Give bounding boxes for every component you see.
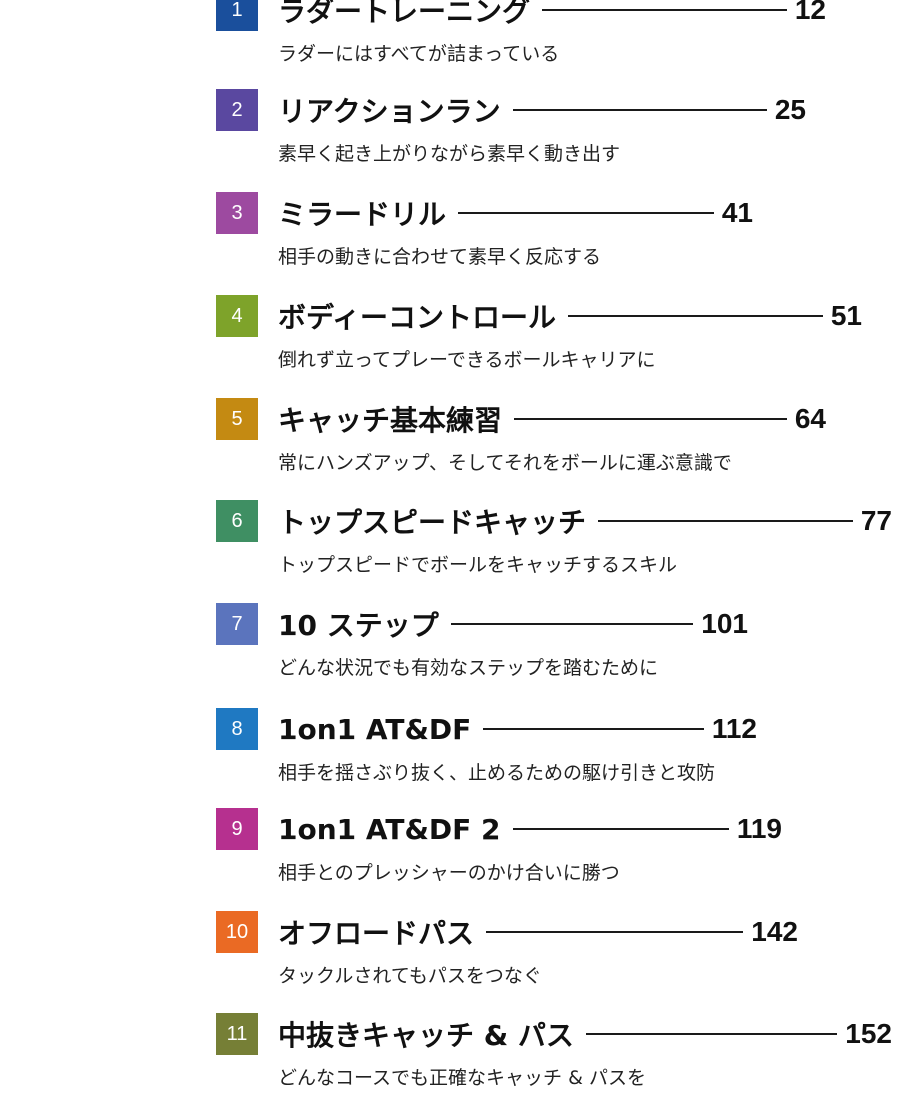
title-row: 1on1 AT&DF 112 [278,708,757,750]
page-number: 77 [860,505,892,536]
toc-entry[interactable]: 6 トップスピードキャッチ 77 トップスピードでボールをキャッチするスキル [0,500,920,600]
page-number: 101 [701,608,748,639]
page-number: 51 [830,300,862,331]
page-number: 112 [711,713,757,744]
chapter-title: 10 ステップ [278,609,439,642]
chapter-number-badge: 2 [216,89,258,131]
chapter-number-badge: 9 [216,808,258,850]
leader-line [486,931,744,933]
title-row: トップスピードキャッチ 77 [278,500,892,542]
chapter-title: 1on1 AT&DF [278,712,472,746]
chapter-number-badge: 8 [216,708,258,750]
leader-line [542,9,787,11]
chapter-subtitle: 相手の動きに合わせて素早く反応する [278,246,602,268]
chapter-title: オフロードパス [278,917,475,950]
chapter-title: ラダートレーニング [278,0,531,28]
toc-entry[interactable]: 1 ラダートレーニング 12 ラダーにはすべてが詰まっている [0,0,920,89]
chapter-title: 1on1 AT&DF 2 [278,812,501,846]
toc-entry[interactable]: 2 リアクションラン 25 素早く起き上がりながら素早く動き出す [0,89,920,189]
leader-line [458,212,714,214]
chapter-number-badge: 1 [216,0,258,31]
chapter-title: 中抜きキャッチ & パス [278,1019,574,1052]
page-number: 64 [794,403,826,434]
page-number: 41 [721,197,753,228]
chapter-number-badge: 6 [216,500,258,542]
chapter-subtitle: タックルされてもパスをつなぐ [278,965,542,987]
toc-entry[interactable]: 5 キャッチ基本練習 64 常にハンズアップ、そしてそれをボールに運ぶ意識で [0,398,920,498]
toc-entry[interactable]: 7 10 ステップ 101 どんな状況でも有効なステップを踏むために [0,603,920,703]
title-row: キャッチ基本練習 64 [278,398,826,440]
title-row: ミラードリル 41 [278,192,753,234]
leader-line [450,623,694,625]
toc-entry[interactable]: 3 ミラードリル 41 相手の動きに合わせて素早く反応する [0,192,920,292]
chapter-title: トップスピードキャッチ [278,506,587,539]
chapter-subtitle: どんなコースでも正確なキャッチ & パスを [278,1067,646,1089]
chapter-subtitle: 素早く起き上がりながら素早く動き出す [278,143,621,165]
chapter-title: ボディーコントロール [278,301,557,334]
toc-entry[interactable]: 10 オフロードパス 142 タックルされてもパスをつなぐ [0,911,920,1011]
chapter-title: ミラードリル [278,198,447,231]
leader-line [483,728,704,730]
page-number: 25 [774,94,806,125]
chapter-subtitle: トップスピードでボールをキャッチするスキル [278,554,678,576]
toc-entry[interactable]: 8 1on1 AT&DF 112 相手を揺さぶり抜く、止めるための駆け引きと攻防 [0,708,920,808]
table-of-contents: 1 ラダートレーニング 12 ラダーにはすべてが詰まっている 2 リアクションラ… [0,0,920,1104]
chapter-number-badge: 11 [216,1013,258,1055]
chapter-number-badge: 5 [216,398,258,440]
title-row: 10 ステップ 101 [278,603,748,645]
page-number: 152 [845,1018,892,1049]
title-row: 1on1 AT&DF 2 119 [278,808,782,850]
chapter-title: キャッチ基本練習 [278,404,503,437]
leader-line [514,418,787,420]
leader-line [568,315,823,317]
toc-entry[interactable]: 9 1on1 AT&DF 2 119 相手とのプレッシャーのかけ合いに勝つ [0,808,920,908]
leader-line [598,520,853,522]
page-number: 142 [751,916,798,947]
chapter-subtitle: 常にハンズアップ、そしてそれをボールに運ぶ意識で [278,452,732,474]
chapter-subtitle: どんな状況でも有効なステップを踏むために [278,657,659,679]
title-row: ボディーコントロール 51 [278,295,862,337]
leader-line [512,828,729,830]
chapter-number-badge: 3 [216,192,258,234]
title-row: オフロードパス 142 [278,911,798,953]
leader-line [512,109,767,111]
title-row: ラダートレーニング 12 [278,0,826,31]
page-number: 12 [794,0,826,25]
chapter-number-badge: 10 [216,911,258,953]
page-number: 119 [736,813,782,844]
chapter-subtitle: 相手とのプレッシャーのかけ合いに勝つ [278,862,620,884]
chapter-subtitle: 相手を揺さぶり抜く、止めるための駆け引きと攻防 [278,762,716,784]
chapter-subtitle: 倒れず立ってプレーできるボールキャリアに [278,349,656,371]
chapter-number-badge: 4 [216,295,258,337]
toc-entry[interactable]: 4 ボディーコントロール 51 倒れず立ってプレーできるボールキャリアに [0,295,920,395]
chapter-title: リアクションラン [278,95,501,128]
leader-line [585,1033,838,1035]
chapter-number-badge: 7 [216,603,258,645]
title-row: 中抜きキャッチ & パス 152 [278,1013,892,1055]
title-row: リアクションラン 25 [278,89,806,131]
chapter-subtitle: ラダーにはすべてが詰まっている [278,43,560,65]
toc-entry[interactable]: 11 中抜きキャッチ & パス 152 どんなコースでも正確なキャッチ & パス… [0,1013,920,1113]
